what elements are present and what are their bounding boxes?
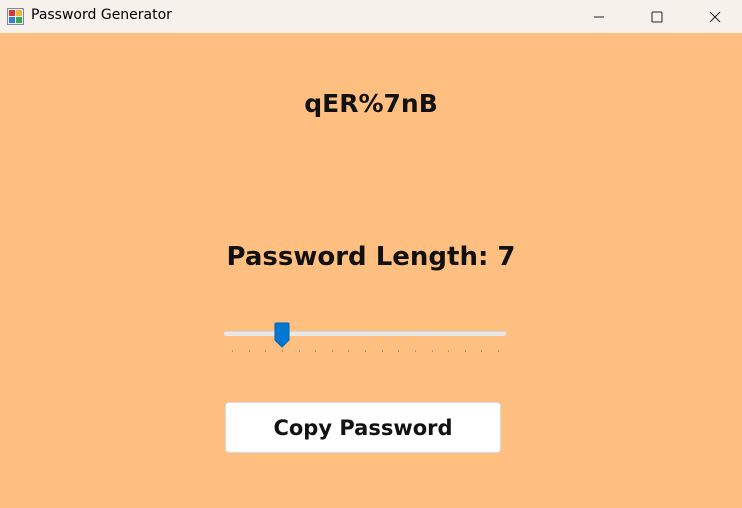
slider-tick — [232, 350, 233, 352]
generated-password: qER%7nB — [304, 89, 438, 118]
slider-tick — [414, 350, 416, 352]
slider-tick — [481, 350, 483, 352]
minimize-button[interactable] — [570, 0, 628, 33]
app-icon — [7, 8, 24, 25]
slider-tick — [281, 350, 283, 352]
slider-tick — [298, 350, 300, 352]
client-area: qER%7nB Password Length: 7 Copy Password — [0, 33, 742, 508]
copy-password-button[interactable]: Copy Password — [225, 402, 501, 453]
slider-thumb[interactable] — [274, 322, 290, 348]
password-length-slider[interactable] — [222, 321, 508, 357]
title-bar[interactable]: Password Generator — [0, 0, 742, 33]
password-generator-window: Password Generator qER%7nB Password Leng… — [0, 0, 742, 508]
slider-tick — [348, 350, 350, 352]
slider-tick — [398, 350, 400, 352]
password-length-label: Password Length: 7 — [0, 242, 742, 272]
slider-tick — [381, 350, 383, 352]
slider-tick — [365, 350, 366, 352]
slider-tick — [248, 350, 250, 352]
slider-tick — [331, 350, 333, 352]
slider-tick — [448, 350, 450, 352]
maximize-button[interactable] — [628, 0, 686, 33]
window-title: Password Generator — [31, 7, 172, 23]
length-label-text: Password Length: — [226, 242, 498, 272]
slider-tick — [265, 350, 267, 352]
slider-tick — [498, 350, 499, 352]
slider-tick — [431, 350, 433, 352]
minimize-icon — [594, 16, 604, 17]
close-button[interactable] — [686, 0, 742, 33]
slider-tick — [464, 350, 466, 352]
maximize-icon — [651, 11, 663, 22]
slider-track[interactable] — [224, 331, 506, 336]
close-icon — [709, 11, 721, 22]
slider-tick — [315, 350, 317, 352]
slider-ticks — [222, 350, 508, 353]
length-value: 7 — [497, 242, 516, 272]
